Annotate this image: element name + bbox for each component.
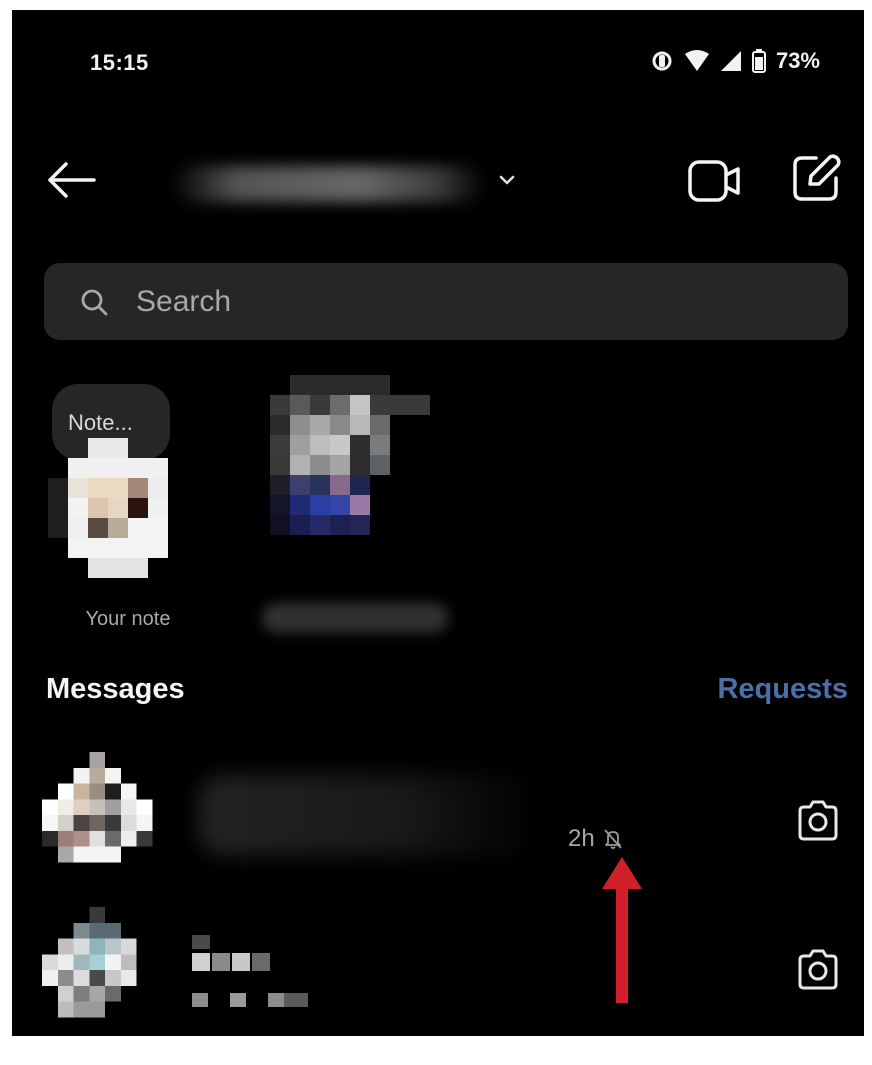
camera-icon	[798, 800, 838, 841]
back-arrow-icon	[48, 162, 96, 198]
conversation-avatar-pixelated	[42, 752, 153, 863]
account-username-redacted[interactable]	[172, 166, 484, 202]
conversation-meta: 2h	[568, 825, 623, 853]
muted-bell-icon	[604, 829, 622, 849]
messages-heading: Messages	[46, 673, 185, 705]
battery-percentage: 73%	[775, 48, 820, 73]
your-note[interactable]: Note... Your note	[48, 380, 208, 640]
camera-button[interactable]	[794, 946, 842, 994]
new-message-button[interactable]	[790, 152, 842, 204]
your-note-caption: Your note	[85, 608, 171, 630]
chevron-down-icon	[499, 175, 515, 185]
compose-icon	[793, 154, 841, 201]
annotation-arrow-icon	[602, 857, 642, 1003]
battery-icon	[751, 49, 766, 73]
status-time: 15:15	[90, 50, 149, 75]
conversation-time: 2h	[568, 825, 595, 852]
search-bar[interactable]	[44, 263, 848, 340]
friend-note-caption-redacted	[262, 603, 448, 633]
conversation-row[interactable]	[12, 900, 864, 1036]
friend-avatar-pixelated	[270, 375, 430, 535]
status-icons: 73%	[650, 48, 820, 74]
your-avatar-pixelated	[48, 438, 168, 578]
signal-icon	[720, 51, 741, 71]
camera-icon	[798, 949, 838, 990]
wifi-icon	[684, 50, 709, 71]
account-switcher-button[interactable]	[496, 170, 518, 190]
phone-screen: 15:15 73% Search Note... Your note Messa…	[12, 10, 864, 1036]
note-bubble-text: Note...	[68, 410, 133, 435]
conversation-preview-redacted	[198, 775, 538, 855]
video-call-icon	[688, 160, 740, 202]
search-input[interactable]	[134, 283, 738, 320]
conversation-row[interactable]: 2h	[12, 745, 864, 885]
friend-note[interactable]	[250, 375, 460, 645]
back-button[interactable]	[42, 160, 102, 200]
search-icon	[81, 289, 108, 315]
vibrate-icon	[652, 51, 672, 71]
camera-button[interactable]	[794, 797, 842, 845]
requests-link[interactable]: Requests	[717, 673, 848, 706]
conversation-name-pixelated	[192, 935, 308, 1007]
conversation-avatar-pixelated	[42, 907, 137, 1018]
video-call-button[interactable]	[686, 158, 744, 204]
